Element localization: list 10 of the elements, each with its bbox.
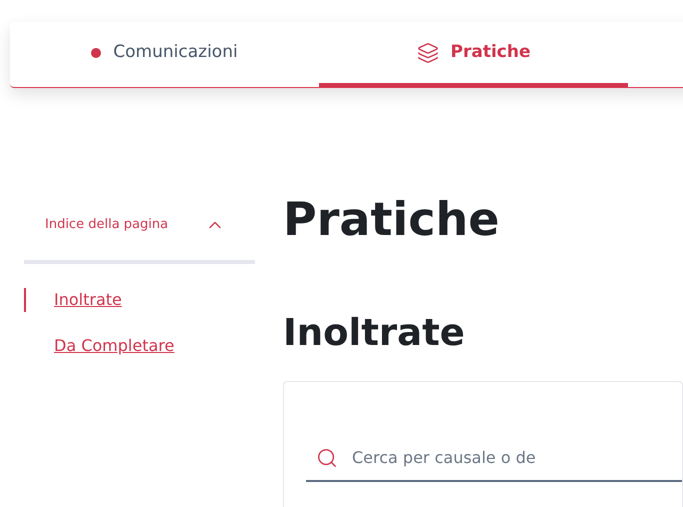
tab[interactable]: Comunicazioni [10, 22, 319, 87]
page-index-link[interactable]: Inoltrate [54, 288, 122, 312]
tab[interactable]: Pratiche [319, 22, 628, 87]
page-index-link[interactable]: Da Completare [54, 334, 174, 358]
search-field[interactable]: Cerca per causale o de [352, 446, 612, 470]
page-title: Pratiche [283, 196, 500, 242]
section-title: Inoltrate [283, 314, 466, 351]
page-index-toggle[interactable]: Indice della pagina [24, 190, 255, 264]
layers-icon [416, 42, 438, 64]
search-icon [316, 447, 338, 469]
